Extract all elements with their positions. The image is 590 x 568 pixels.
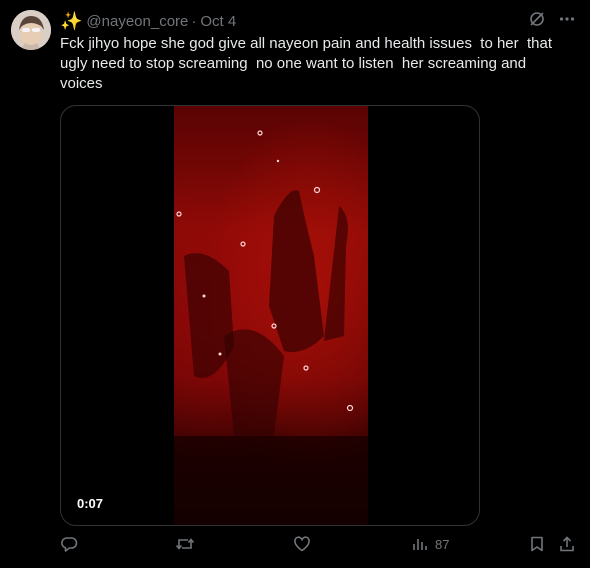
views-count: 87 — [435, 536, 450, 552]
sparkles-icon: ✨ — [60, 10, 83, 31]
repost-icon — [175, 538, 195, 550]
separator-dot: · — [191, 12, 197, 30]
tweet: ✨ @nayeon_core · Oct 4 Fck jihyo hope sh… — [0, 0, 590, 568]
tweet-date[interactable]: Oct 4 — [200, 13, 236, 30]
top-actions — [528, 10, 576, 28]
like-button[interactable] — [293, 535, 311, 553]
video-timecode: 0:07 — [77, 496, 104, 511]
repost-button[interactable] — [175, 535, 195, 553]
views-button[interactable]: 87 — [411, 535, 449, 553]
avatar[interactable] — [11, 10, 51, 50]
heart-icon — [294, 536, 310, 552]
reply-button[interactable] — [60, 535, 78, 553]
share-icon — [560, 536, 574, 552]
more-options-icon[interactable] — [558, 10, 576, 28]
concert-scene — [174, 130, 368, 525]
share-button[interactable] — [558, 535, 576, 553]
grok-icon[interactable] — [528, 10, 546, 28]
views-icon — [413, 539, 427, 550]
video-player[interactable]: 0:07 — [60, 105, 480, 526]
action-bar: 87 — [60, 535, 580, 557]
author-handle[interactable]: @nayeon_core — [86, 13, 188, 30]
bookmark-icon — [531, 536, 543, 552]
tweet-text: Fck jihyo hope she god give all nayeon p… — [60, 35, 557, 92]
tweet-header: ✨ @nayeon_core · Oct 4 — [60, 11, 236, 31]
reply-icon — [61, 537, 78, 552]
avatar-image — [11, 10, 51, 50]
video-frame — [174, 106, 368, 525]
bookmark-button[interactable] — [528, 535, 546, 553]
